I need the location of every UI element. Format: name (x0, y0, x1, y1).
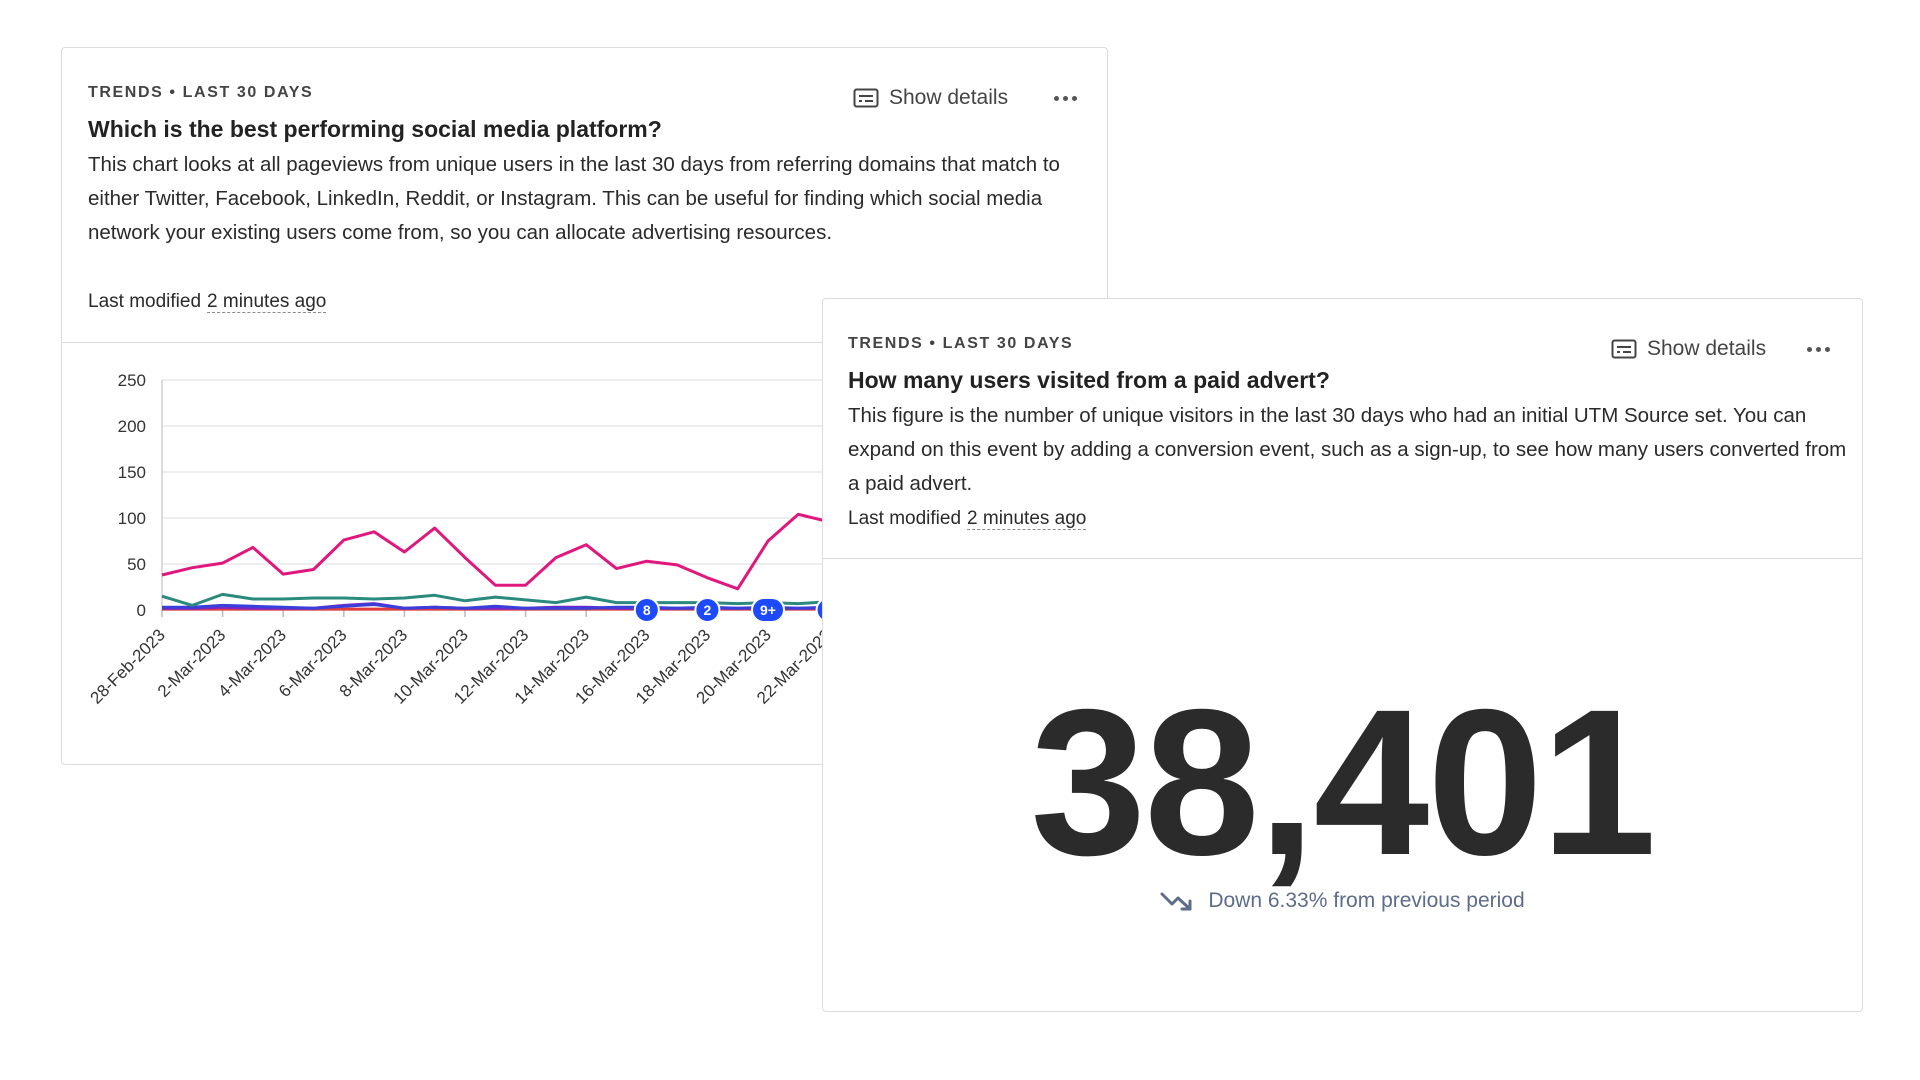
trending-down-icon (1160, 892, 1192, 911)
show-details-label: Show details (889, 86, 1009, 109)
card-description: This chart looks at all pageviews from u… (88, 153, 1060, 244)
show-details-button[interactable]: Show details (1611, 337, 1766, 361)
last-modified-label: Last modified (848, 508, 962, 529)
x-tick-label: 28-Feb-2023 (87, 625, 169, 707)
annotation-badge-label: 2 (704, 602, 712, 618)
series-line (161, 592, 829, 607)
delta-text: Down 6.33% from previous period (1208, 889, 1525, 912)
card-title: Which is the best performing social medi… (88, 116, 662, 142)
annotation-badge-label: 9+ (760, 602, 776, 618)
show-details-label: Show details (1647, 337, 1767, 360)
last-modified-ago[interactable]: 2 minutes ago (207, 291, 327, 313)
annotation-badge-label: 8 (643, 602, 651, 618)
last-modified-label: Last modified (88, 291, 202, 312)
series-line (162, 603, 829, 610)
y-tick-label: 200 (118, 417, 146, 436)
y-tick-label: 250 (118, 371, 146, 390)
details-panel-icon (853, 88, 879, 108)
insight-card-paid-advert: TRENDS • LAST 30 DAYS Show details How m… (822, 298, 1863, 1012)
last-modified: Last modified 2 minutes ago (88, 291, 327, 313)
more-options-icon[interactable] (1054, 96, 1077, 101)
card-title: How many users visited from a paid adver… (848, 367, 1330, 393)
details-panel-icon (1611, 339, 1637, 359)
show-details-button[interactable]: Show details (853, 86, 1008, 110)
card-eyebrow: TRENDS • LAST 30 DAYS (848, 335, 1074, 352)
card-description: This figure is the number of unique visi… (848, 404, 1847, 495)
series-line (161, 512, 829, 591)
card-eyebrow: TRENDS • LAST 30 DAYS (88, 84, 314, 101)
more-options-icon[interactable] (1807, 347, 1830, 352)
card-header: TRENDS • LAST 30 DAYS Show details How m… (823, 299, 1862, 559)
y-tick-label: 50 (127, 555, 146, 574)
big-number-value: 38,401 (1030, 667, 1656, 899)
last-modified: Last modified 2 minutes ago (848, 508, 1087, 530)
y-tick-label: 0 (137, 601, 146, 620)
period-delta: Down 6.33% from previous period (823, 889, 1862, 913)
last-modified-ago[interactable]: 2 minutes ago (967, 508, 1087, 530)
y-tick-label: 100 (118, 509, 146, 528)
y-tick-label: 150 (118, 463, 146, 482)
